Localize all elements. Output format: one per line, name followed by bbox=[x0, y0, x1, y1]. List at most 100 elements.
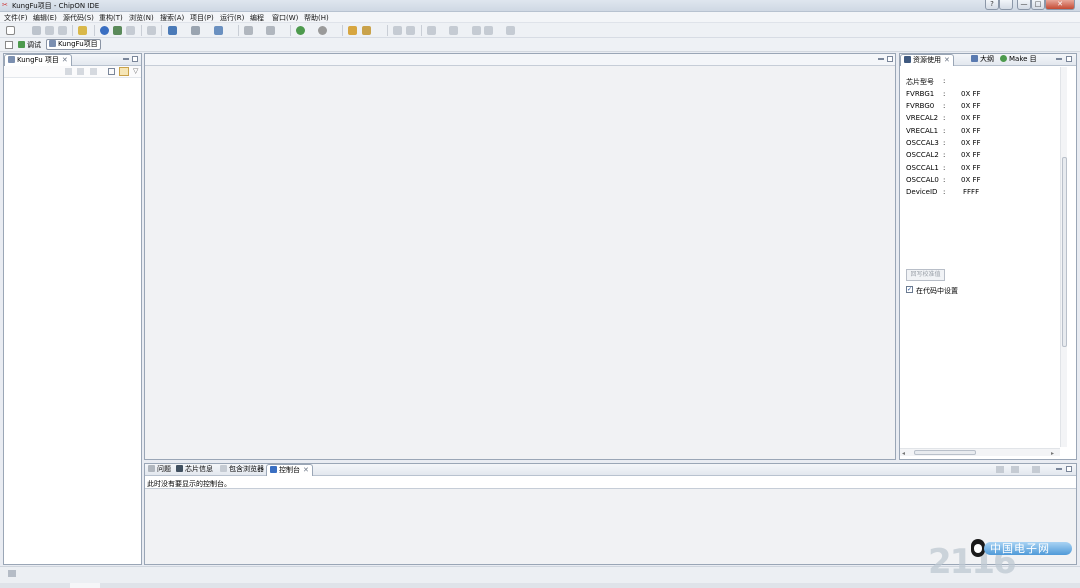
tab-kungfu-project[interactable]: KungFu 项目 ✕ bbox=[4, 54, 72, 66]
refresh-icon[interactable] bbox=[266, 26, 275, 35]
kungfu-perspective[interactable]: KungFu项目 bbox=[46, 39, 101, 50]
chip-type-colon: : bbox=[943, 77, 946, 85]
save-all-icon[interactable] bbox=[45, 26, 54, 35]
pencil-icon[interactable] bbox=[362, 26, 371, 35]
menu-file[interactable]: 文件(F) bbox=[4, 13, 28, 23]
new-folder-icon[interactable] bbox=[191, 26, 200, 35]
maximize-console-icon[interactable] bbox=[1066, 466, 1072, 472]
new-file-icon[interactable] bbox=[214, 26, 223, 35]
minimize-view-icon[interactable] bbox=[123, 58, 129, 60]
prev-annotation-icon[interactable] bbox=[393, 26, 402, 35]
minimize-console-icon[interactable] bbox=[1056, 468, 1062, 470]
tab-console[interactable]: 控制台 ✕ bbox=[266, 464, 313, 476]
scroll-right-icon[interactable]: ▸ bbox=[1051, 450, 1054, 457]
taskbar-strip bbox=[0, 583, 1080, 588]
register-colon: : bbox=[943, 102, 946, 110]
menu-edit[interactable]: 编辑(E) bbox=[33, 13, 57, 23]
minimize-resource-icon[interactable] bbox=[1056, 58, 1062, 60]
fast-view-icon[interactable] bbox=[8, 570, 16, 577]
scroll-left-icon[interactable]: ◂ bbox=[902, 450, 905, 457]
undo-icon[interactable] bbox=[126, 26, 135, 35]
tab-outline[interactable]: 大纲 bbox=[968, 54, 997, 66]
vertical-scroll-thumb[interactable] bbox=[1062, 157, 1067, 347]
open-perspective-icon[interactable] bbox=[5, 41, 13, 49]
tab-include-browser[interactable]: 包含浏览器 bbox=[217, 464, 267, 476]
minimize-button[interactable]: — bbox=[1017, 0, 1031, 10]
editor-tabbar bbox=[145, 54, 895, 66]
last-edit-icon[interactable] bbox=[427, 26, 436, 35]
menu-bar: 文件(F) 编辑(E) 源代码(S) 重构(T) 浏览(N) 搜索(A) 项目(… bbox=[0, 12, 1080, 23]
maximize-view-icon[interactable] bbox=[132, 56, 138, 62]
save-icon[interactable] bbox=[32, 26, 41, 35]
console-message: 此时没有要显示的控制台。 bbox=[147, 480, 231, 488]
make-tab-icon bbox=[1000, 55, 1007, 62]
bottom-tabbar: 问题 芯片信息 包含浏览器 控制台 ✕ bbox=[145, 464, 1076, 476]
title-bar: ✂ KungFu项目 - ChipON IDE ? — □ ✕ bbox=[0, 0, 1080, 12]
maximize-button[interactable]: □ bbox=[1031, 0, 1045, 10]
collapse-all-icon[interactable] bbox=[108, 68, 115, 75]
next-annotation-icon[interactable] bbox=[406, 26, 415, 35]
print-icon[interactable] bbox=[58, 26, 67, 35]
menu-navigate[interactable]: 浏览(N) bbox=[129, 13, 154, 23]
tab-problems[interactable]: 问题 bbox=[145, 464, 174, 476]
back-icon[interactable] bbox=[472, 26, 481, 35]
view-menu-icon[interactable]: ▽ bbox=[133, 67, 138, 75]
up-nav-icon[interactable] bbox=[90, 68, 97, 75]
console-icon bbox=[270, 466, 277, 473]
build-icon[interactable] bbox=[78, 26, 87, 35]
register-value: 0X FF bbox=[961, 90, 981, 98]
close-tab-icon[interactable]: ✕ bbox=[62, 56, 68, 64]
new-project-icon[interactable] bbox=[168, 26, 177, 35]
tab-resource-usage[interactable]: 资源使用 ✕ bbox=[900, 54, 954, 66]
resource-tabbar: 资源使用 ✕ 大纲 Make 目 bbox=[900, 54, 1076, 66]
debug-icon[interactable] bbox=[147, 26, 156, 35]
register-name: DeviceID bbox=[906, 188, 938, 196]
toolbar-separator bbox=[421, 25, 422, 36]
display-console-icon[interactable] bbox=[1011, 466, 1019, 473]
restore-window-button[interactable] bbox=[999, 0, 1013, 10]
link-editor-icon[interactable] bbox=[119, 67, 129, 76]
project-explorer-panel: KungFu 项目 ✕ ▽ bbox=[3, 53, 142, 565]
pin-console-icon[interactable] bbox=[996, 466, 1004, 473]
external-tools-icon[interactable] bbox=[318, 26, 327, 35]
globe-icon[interactable] bbox=[100, 26, 109, 35]
set-in-code-label: 在代码中设置 bbox=[916, 287, 958, 295]
write-calibration-button[interactable]: 回写校准值 bbox=[906, 269, 945, 281]
search-icon[interactable] bbox=[244, 26, 253, 35]
next-edit-icon[interactable] bbox=[449, 26, 458, 35]
menu-run[interactable]: 运行(R) bbox=[220, 13, 244, 23]
back-nav-icon[interactable] bbox=[65, 68, 72, 75]
new-icon[interactable] bbox=[6, 26, 15, 35]
menu-window[interactable]: 窗口(W) bbox=[272, 13, 298, 23]
download-icon[interactable] bbox=[113, 26, 122, 35]
menu-refactor[interactable]: 重构(T) bbox=[99, 13, 123, 23]
open-icon[interactable] bbox=[348, 26, 357, 35]
register-value: 0X FF bbox=[961, 164, 981, 172]
forward-history-icon[interactable] bbox=[484, 26, 493, 35]
taskbar-button[interactable] bbox=[70, 583, 100, 588]
menu-search[interactable]: 搜索(A) bbox=[160, 13, 184, 23]
maximize-editor-icon[interactable] bbox=[887, 56, 893, 62]
menu-source[interactable]: 源代码(S) bbox=[63, 13, 94, 23]
close-console-tab-icon[interactable]: ✕ bbox=[303, 466, 309, 474]
forward-nav-icon[interactable] bbox=[77, 68, 84, 75]
menu-help[interactable]: 帮助(H) bbox=[304, 13, 329, 23]
horizontal-scrollbar[interactable]: ◂ ▸ bbox=[900, 448, 1060, 457]
debug-perspective[interactable]: 调试 bbox=[18, 40, 41, 50]
minimize-editor-icon[interactable] bbox=[878, 58, 884, 60]
forward-icon[interactable] bbox=[506, 26, 515, 35]
open-console-icon[interactable] bbox=[1032, 466, 1040, 473]
maximize-resource-icon[interactable] bbox=[1066, 56, 1072, 62]
tab-chip-info[interactable]: 芯片信息 bbox=[173, 464, 216, 476]
menu-project[interactable]: 项目(P) bbox=[190, 13, 214, 23]
help-window-button[interactable]: ? bbox=[985, 0, 999, 10]
register-name: OSCCAL1 bbox=[906, 164, 939, 172]
close-resource-tab-icon[interactable]: ✕ bbox=[944, 56, 950, 64]
set-in-code-checkbox[interactable]: ✓ bbox=[906, 286, 913, 293]
horizontal-scroll-thumb[interactable] bbox=[914, 450, 976, 455]
run-icon[interactable] bbox=[296, 26, 305, 35]
tab-make-targets[interactable]: Make 目 bbox=[997, 54, 1040, 66]
menu-program[interactable]: 编程 bbox=[250, 13, 264, 23]
vertical-scrollbar[interactable] bbox=[1060, 67, 1067, 447]
close-button[interactable]: ✕ bbox=[1045, 0, 1075, 10]
